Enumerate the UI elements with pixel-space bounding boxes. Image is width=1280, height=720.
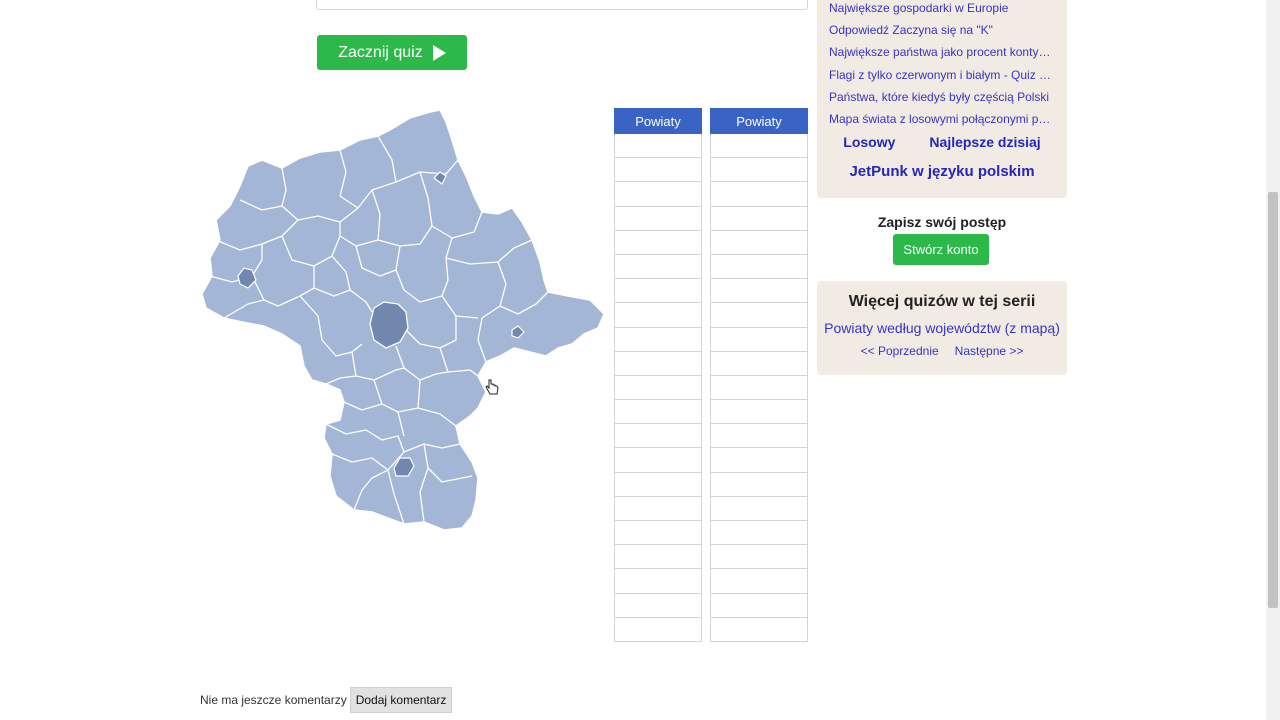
comments-bar: Nie ma jeszcze komentarzy Dodaj komentar… — [200, 687, 453, 713]
series-link[interactable]: Powiaty według województw (z mapą) — [817, 320, 1067, 336]
answer-cell — [614, 519, 702, 546]
best-today-link[interactable]: Najlepsze dzisiaj — [929, 134, 1040, 150]
table-header: Powiaty — [710, 108, 808, 134]
answer-cell — [710, 205, 808, 231]
answer-cell — [710, 568, 808, 594]
answer-cell — [614, 447, 702, 473]
answer-cell — [710, 350, 808, 376]
answer-table-1: Powiaty — [614, 108, 702, 642]
answer-cell — [710, 132, 808, 159]
quiz-map[interactable] — [196, 104, 608, 536]
answer-cell — [614, 229, 702, 255]
answer-cell — [710, 423, 808, 449]
series-heading: Więcej quizów w tej serii — [848, 293, 1036, 310]
answer-cell — [614, 350, 702, 376]
series-panel: Więcej quizów w tej serii Powiaty według… — [817, 281, 1067, 375]
answer-cell — [710, 374, 808, 401]
table-body — [710, 132, 808, 642]
answer-cell — [710, 519, 808, 546]
answer-cell — [710, 229, 808, 255]
answer-cell — [614, 568, 702, 594]
create-account-button[interactable]: Stwórz konto — [893, 234, 989, 265]
related-quiz-link[interactable]: Flagi z tylko czerwonym i białym - Quiz … — [829, 64, 1057, 86]
answer-cell — [710, 447, 808, 473]
answer-cell — [710, 495, 808, 522]
quick-links: Losowy Najlepsze dzisiaj — [817, 134, 1067, 150]
table-body — [614, 132, 702, 642]
add-comment-button[interactable]: Dodaj komentarz — [349, 687, 453, 713]
answer-cell — [614, 157, 702, 183]
save-progress-text: Zapisz swój postęp — [877, 214, 1007, 230]
scrollbar-thumb[interactable] — [1268, 192, 1278, 608]
answer-cell — [710, 471, 808, 497]
answer-cell — [614, 253, 702, 280]
related-quiz-link[interactable]: Mapa świata z losowymi połączonymi państ… — [829, 108, 1057, 130]
answer-cell — [710, 592, 808, 618]
answer-cell — [710, 399, 808, 425]
answer-cell — [614, 399, 702, 425]
next-link[interactable]: Następne >> — [955, 344, 1024, 358]
answer-cell — [614, 423, 702, 449]
related-quiz-link[interactable]: Największe gospodarki w Europie — [829, 0, 1057, 19]
related-quiz-link[interactable]: Państwa, które kiedyś były częścią Polsk… — [829, 86, 1057, 108]
answer-cell — [710, 253, 808, 280]
play-icon — [432, 44, 446, 61]
answer-cell — [710, 278, 808, 304]
answer-cell — [710, 181, 808, 207]
answer-cell — [614, 278, 702, 304]
answer-cell — [614, 374, 702, 401]
no-comments-text: Nie ma jeszcze komentarzy — [200, 693, 347, 707]
answer-cell — [614, 302, 702, 328]
answer-cell — [614, 616, 702, 642]
answer-cell — [710, 326, 808, 352]
table-header: Powiaty — [614, 108, 702, 134]
answer-input[interactable] — [316, 0, 808, 10]
start-quiz-label: Zacznij quiz — [338, 43, 423, 61]
answer-cell — [614, 132, 702, 159]
page-scrollbar[interactable] — [1266, 0, 1280, 720]
answer-cell — [614, 495, 702, 522]
jetpunk-polish-link[interactable]: JetPunk w języku polskim — [817, 163, 1067, 180]
answer-cell — [710, 157, 808, 183]
answer-table-2: Powiaty — [710, 108, 808, 642]
answer-cell — [614, 326, 702, 352]
hand-pointer-icon — [485, 379, 499, 395]
answer-cell — [710, 544, 808, 570]
answer-cell — [614, 592, 702, 618]
answer-cell — [614, 181, 702, 207]
answer-cell — [710, 302, 808, 328]
answer-cell — [614, 471, 702, 497]
answer-cell — [614, 544, 702, 570]
random-quiz-link[interactable]: Losowy — [843, 134, 895, 150]
answer-cell — [614, 205, 702, 231]
related-quizzes-panel: Największe gospodarki w Europie Odpowied… — [817, 0, 1067, 198]
related-quiz-link[interactable]: Odpowiedź Zaczyna się na "K" — [829, 19, 1057, 41]
page: Zacznij quiz Powiaty Powiaty Największe … — [0, 0, 1280, 720]
start-quiz-button[interactable]: Zacznij quiz — [317, 35, 467, 70]
related-quizzes-list: Największe gospodarki w Europie Odpowied… — [829, 0, 1057, 130]
answer-cell — [710, 616, 808, 642]
series-nav: << Poprzednie Następne >> — [817, 344, 1067, 358]
previous-link[interactable]: << Poprzednie — [861, 344, 939, 358]
related-quiz-link[interactable]: Największe państwa jako procent kontynen… — [829, 41, 1057, 63]
